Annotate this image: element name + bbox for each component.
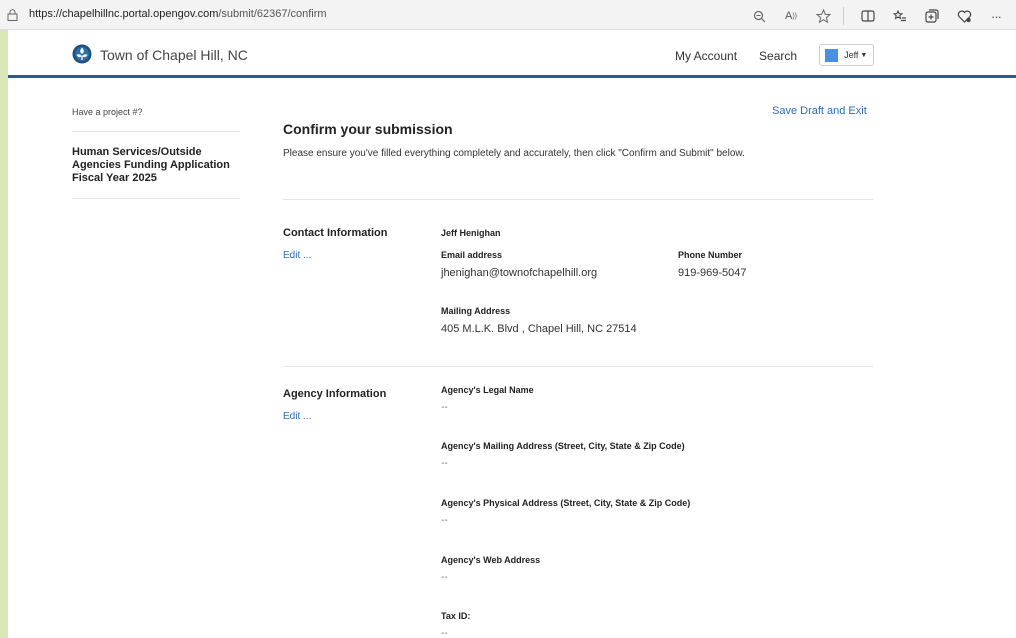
email-label: Email address: [441, 250, 503, 260]
section-divider: [283, 366, 873, 367]
edit-agency-link[interactable]: Edit ...: [283, 411, 311, 422]
my-account-link[interactable]: My Account: [675, 49, 737, 63]
browser-essentials-icon[interactable]: [956, 8, 972, 24]
agency-field-value: --: [441, 515, 448, 526]
collections-icon[interactable]: [924, 8, 940, 24]
browser-address-bar: https://chapelhillnc.portal.opengov.com/…: [0, 0, 1016, 30]
agency-field-label: Agency's Physical Address (Street, City,…: [441, 498, 691, 508]
site-title[interactable]: Town of Chapel Hill, NC: [100, 47, 248, 63]
mailing-address-value: 405 M.L.K. Blvd , Chapel Hill, NC 27514: [441, 323, 637, 335]
town-logo-icon[interactable]: [72, 44, 92, 64]
phone-label: Phone Number: [678, 250, 743, 260]
split-screen-icon[interactable]: [860, 8, 876, 24]
application-name: Human Services/Outside Agencies Funding …: [72, 132, 240, 199]
user-menu-button[interactable]: Jeff ▼: [819, 44, 875, 66]
email-value: jhenighan@townofchapelhill.org: [441, 267, 598, 279]
favorites-list-icon[interactable]: [892, 8, 908, 24]
avatar: [825, 48, 839, 62]
agency-field-label: Agency's Web Address: [441, 555, 541, 565]
agency-field-value: --: [441, 572, 448, 583]
save-draft-link[interactable]: Save Draft and Exit: [772, 105, 867, 117]
url-path: /submit/62367/confirm: [218, 8, 327, 20]
sidebar: Have a project #? Human Services/Outside…: [72, 90, 240, 199]
agency-field-label: Tax ID:: [441, 611, 471, 621]
user-name: Jeff: [844, 50, 859, 60]
browser-toolbar: A)) ···: [735, 6, 1004, 26]
agency-field-value: --: [441, 458, 448, 469]
read-aloud-icon[interactable]: A)): [783, 8, 799, 24]
agency-field-value: --: [441, 402, 448, 413]
caret-down-icon: ▼: [860, 51, 868, 59]
toolbar-divider: [843, 7, 844, 25]
url-host: https://chapelhillnc.portal.opengov.com: [29, 8, 219, 20]
agency-field-value: --: [441, 628, 448, 638]
agency-section-title: Agency Information: [283, 388, 387, 400]
more-options-icon[interactable]: ···: [988, 8, 1004, 24]
search-link[interactable]: Search: [759, 49, 797, 63]
zoom-icon[interactable]: [751, 8, 767, 24]
section-divider: [283, 199, 873, 200]
favorite-star-icon[interactable]: [815, 8, 831, 24]
header-nav: My Account Search Jeff ▼: [675, 44, 875, 66]
page-content: Town of Chapel Hill, NC My Account Searc…: [8, 30, 1016, 638]
edit-contact-link[interactable]: Edit ...: [283, 250, 311, 261]
contact-section-title: Contact Information: [283, 227, 388, 239]
url-field[interactable]: https://chapelhillnc.portal.opengov.com/…: [29, 8, 327, 20]
mailing-address-label: Mailing Address: [441, 306, 511, 316]
site-header: Town of Chapel Hill, NC My Account Searc…: [8, 30, 1016, 78]
agency-field-label: Agency's Mailing Address (Street, City, …: [441, 441, 685, 451]
project-number-prompt[interactable]: Have a project #?: [72, 90, 240, 132]
contact-name: Jeff Henighan: [441, 228, 501, 238]
page-info-icon[interactable]: [7, 9, 18, 21]
agency-field-label: Agency's Legal Name: [441, 385, 534, 395]
page-title: Confirm your submission: [283, 121, 453, 137]
phone-value: 919-969-5047: [678, 267, 747, 279]
confirm-instructions: Please ensure you've filled everything c…: [283, 148, 745, 159]
